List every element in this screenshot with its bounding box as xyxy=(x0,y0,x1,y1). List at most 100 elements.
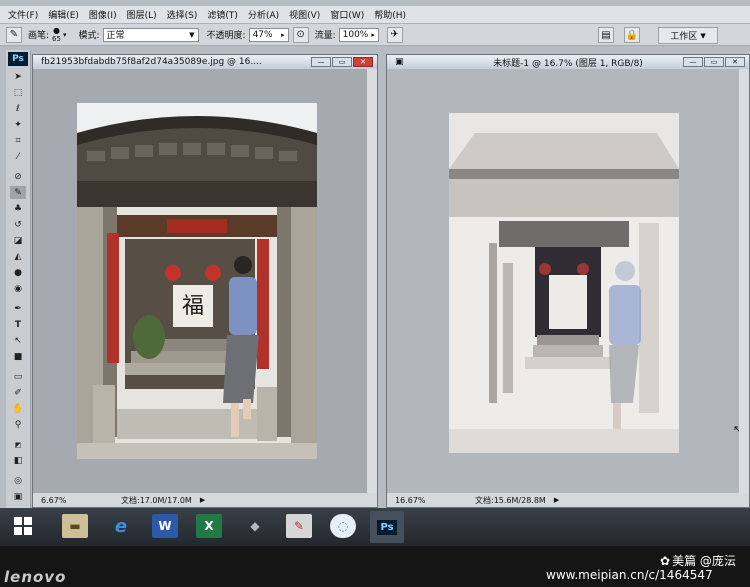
meipian-watermark-name: ✿ 美篇 @庞沄 xyxy=(660,554,736,568)
menu-image[interactable]: 图像(I) xyxy=(89,8,117,21)
document-size: 文档:17.0M/17.0M xyxy=(121,495,192,505)
pen-tool-icon[interactable]: ✒ xyxy=(10,302,26,315)
quick-mask-icon[interactable]: ◎ xyxy=(10,474,26,487)
drawing-canvas[interactable] xyxy=(449,113,679,453)
flow-label: 流量: xyxy=(314,31,336,41)
move-tool-icon[interactable]: ➤ xyxy=(10,70,26,83)
zoom-level[interactable]: 16.67% xyxy=(395,496,435,505)
photo-canvas[interactable]: 福 xyxy=(77,103,317,459)
tools-panel: Ps ➤ ⬚ ℓ ✦ ⌗ ⁄ ⊘ ✎ ♣ ↺ ◪ ◭ ● ◉ ✒ T ↖ ■ ▭… xyxy=(6,50,31,508)
document-icon: ▣ xyxy=(395,57,404,67)
chevron-down-icon: ▼ xyxy=(700,31,706,40)
chevron-down-icon: ▼ xyxy=(189,30,195,39)
document-window-photo: fb21953bfdabdb75f8af2d74a35089e.jpg @ 16… xyxy=(32,54,378,508)
zoom-tool-icon[interactable]: ⚲ xyxy=(10,418,26,431)
menu-bar: 文件(F) 编辑(E) 图像(I) 图层(L) 选择(S) 滤镜(T) 分析(A… xyxy=(0,6,750,24)
menu-analysis[interactable]: 分析(A) xyxy=(248,8,279,21)
brush-preset-icon[interactable]: ✎ xyxy=(6,26,22,43)
airbrush-opacity-icon[interactable]: ⊙ xyxy=(292,26,309,43)
hand-tool-icon[interactable]: ✋ xyxy=(10,402,26,415)
marquee-tool-icon[interactable]: ⬚ xyxy=(10,86,26,99)
document-title-bar[interactable]: fb21953bfdabdb75f8af2d74a35089e.jpg @ 16… xyxy=(33,55,377,69)
internet-explorer-icon[interactable]: e xyxy=(108,514,134,538)
vertical-scrollbar[interactable] xyxy=(367,69,377,493)
lasso-tool-icon[interactable]: ℓ xyxy=(10,102,26,115)
faded-doorway-drawing xyxy=(449,113,679,453)
chevron-right-icon: ▸ xyxy=(281,30,285,39)
start-button[interactable] xyxy=(10,514,36,538)
meipian-logo-icon: ✿ xyxy=(660,554,671,568)
close-button[interactable]: ✕ xyxy=(725,57,745,67)
zoom-level[interactable]: 6.67% xyxy=(41,496,81,505)
ps-logo: Ps xyxy=(8,52,28,66)
document-status-bar: 16.67% 文档:15.6M/28.8M ▶ xyxy=(387,493,749,507)
paint-app-icon[interactable]: ✎ xyxy=(286,514,312,538)
opacity-input[interactable]: 47% ▸ xyxy=(248,27,289,42)
status-menu-icon[interactable]: ▶ xyxy=(200,496,205,504)
screen: 文件(F) 编辑(E) 图像(I) 图层(L) 选择(S) 滤镜(T) 分析(A… xyxy=(0,0,750,508)
menu-select[interactable]: 选择(S) xyxy=(167,8,198,21)
flow-input[interactable]: 100% ▸ xyxy=(338,27,379,42)
opacity-label: 不透明度: xyxy=(206,31,246,41)
type-tool-icon[interactable]: T xyxy=(10,318,26,331)
mode-value: 正常 xyxy=(106,31,125,41)
maximize-button[interactable]: ▭ xyxy=(704,57,724,67)
blur-tool-icon[interactable]: ● xyxy=(10,266,26,279)
brush-panel-icon[interactable]: ▤ xyxy=(598,27,614,43)
crop-tool-icon[interactable]: ⌗ xyxy=(10,134,26,147)
brush-dropdown-icon[interactable]: ▾ xyxy=(63,31,67,39)
file-explorer-icon[interactable]: ▬ xyxy=(62,514,88,538)
status-menu-icon[interactable]: ▶ xyxy=(554,496,559,504)
airbrush-icon[interactable]: ✈ xyxy=(386,26,403,43)
shape-tool-icon[interactable]: ■ xyxy=(10,350,26,363)
default-colors-icon[interactable]: ◩ xyxy=(10,438,26,451)
brush-picker[interactable]: ● 65 xyxy=(52,26,61,43)
eraser-tool-icon[interactable]: ◪ xyxy=(10,234,26,247)
document-size: 文档:15.6M/28.8M xyxy=(475,495,546,505)
menu-edit[interactable]: 编辑(E) xyxy=(48,8,79,21)
browser-icon[interactable]: ◌ xyxy=(330,514,356,538)
brush-size: 65 xyxy=(52,34,61,43)
eyedropper-color-tool-icon[interactable]: ✐ xyxy=(10,386,26,399)
flow-value: 100% xyxy=(342,29,369,40)
maximize-button[interactable]: ▭ xyxy=(332,57,352,67)
paint-bucket-tool-icon[interactable]: ◭ xyxy=(10,250,26,263)
healing-brush-tool-icon[interactable]: ⊘ xyxy=(10,170,26,183)
word-icon[interactable]: W xyxy=(152,514,178,538)
document-title: 未标题-1 @ 16.7% (图层 1, RGB/8) xyxy=(493,58,643,69)
brush-tool-icon[interactable]: ✎ xyxy=(10,186,26,199)
vertical-scrollbar[interactable] xyxy=(739,69,749,493)
document-title: fb21953bfdabdb75f8af2d74a35089e.jpg @ 16… xyxy=(41,57,262,67)
document-window-untitled: ▣ 未标题-1 @ 16.7% (图层 1, RGB/8) — ▭ ✕ ↖ 16… xyxy=(386,54,750,508)
photoshop-taskbar-button[interactable]: Ps xyxy=(370,511,404,543)
color-swatches-icon[interactable]: ◧ xyxy=(10,454,26,467)
workspace-label: 工作区 xyxy=(670,32,698,42)
menu-help[interactable]: 帮助(H) xyxy=(374,8,406,21)
meipian-watermark-url: www.meipian.cn/c/1464547 xyxy=(546,568,713,582)
svg-text:福: 福 xyxy=(182,294,204,319)
history-brush-tool-icon[interactable]: ↺ xyxy=(10,218,26,231)
chevron-right-icon: ▸ xyxy=(371,30,375,39)
menu-window[interactable]: 窗口(W) xyxy=(330,8,364,21)
app-icon[interactable]: ◆ xyxy=(242,514,268,538)
excel-icon[interactable]: X xyxy=(196,514,222,538)
mode-select[interactable]: 正常 ▼ xyxy=(102,27,199,42)
menu-layer[interactable]: 图层(L) xyxy=(127,8,157,21)
menu-view[interactable]: 视图(V) xyxy=(289,8,320,21)
path-selection-tool-icon[interactable]: ↖ xyxy=(10,334,26,347)
workspace-button[interactable]: 工作区 ▼ xyxy=(658,27,718,44)
minimize-button[interactable]: — xyxy=(683,57,703,67)
dodge-tool-icon[interactable]: ◉ xyxy=(10,282,26,295)
close-button[interactable]: ✕ xyxy=(353,57,373,67)
lock-icon[interactable]: 🔒 xyxy=(624,27,640,43)
document-title-bar[interactable]: ▣ 未标题-1 @ 16.7% (图层 1, RGB/8) — ▭ ✕ xyxy=(387,55,749,69)
magic-wand-tool-icon[interactable]: ✦ xyxy=(10,118,26,131)
minimize-button[interactable]: — xyxy=(311,57,331,67)
menu-filter[interactable]: 滤镜(T) xyxy=(207,8,238,21)
screen-mode-icon[interactable]: ▣ xyxy=(10,490,26,503)
brush-label: 画笔: xyxy=(28,31,50,41)
eyedropper-tool-icon[interactable]: ⁄ xyxy=(10,150,26,163)
notes-tool-icon[interactable]: ▭ xyxy=(10,370,26,383)
clone-stamp-tool-icon[interactable]: ♣ xyxy=(10,202,26,215)
menu-file[interactable]: 文件(F) xyxy=(8,8,38,21)
